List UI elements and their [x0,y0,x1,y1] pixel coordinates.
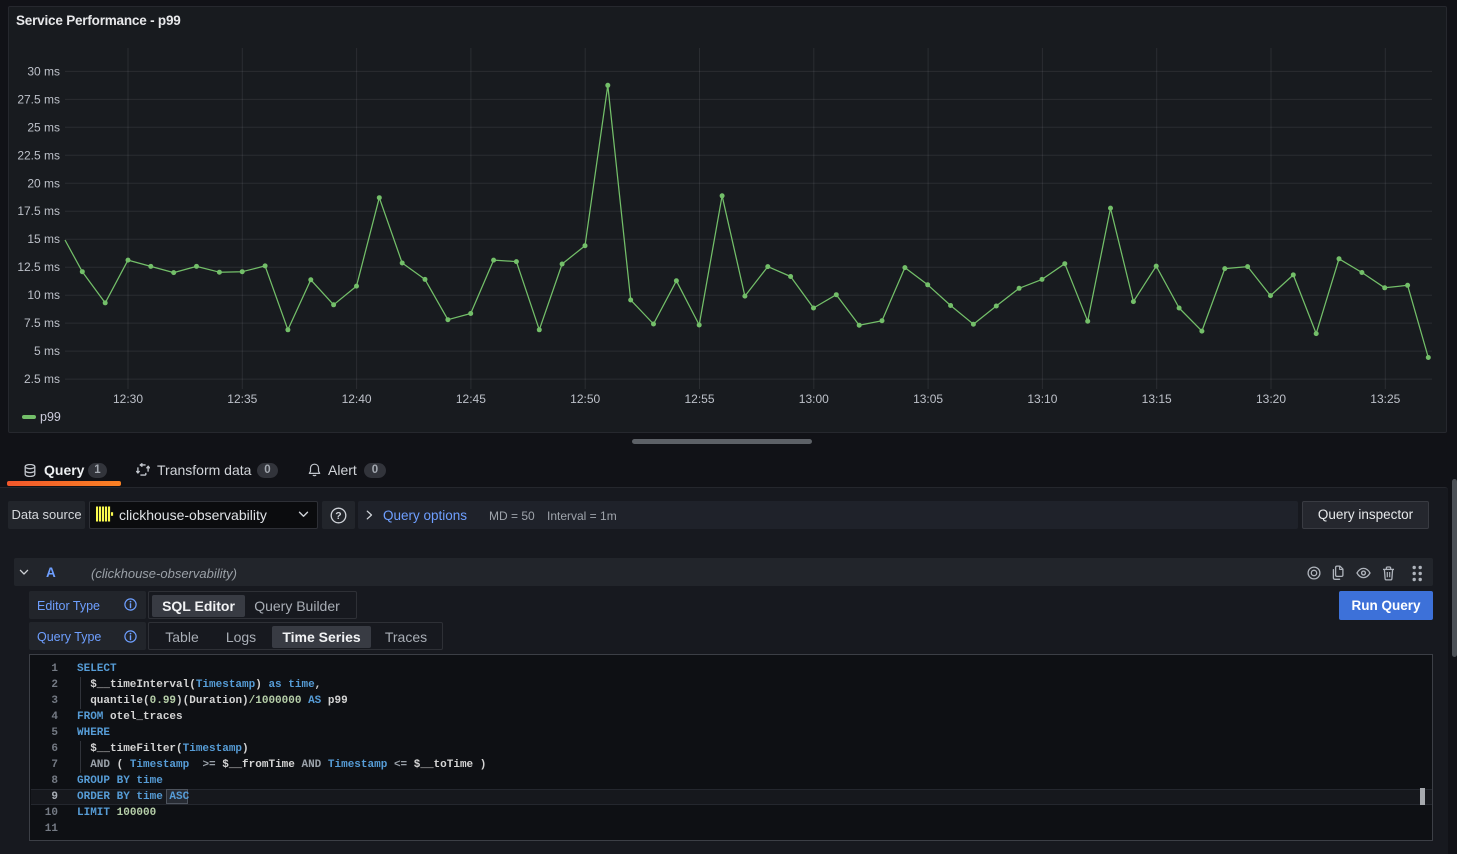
svg-text:?: ? [335,510,341,522]
